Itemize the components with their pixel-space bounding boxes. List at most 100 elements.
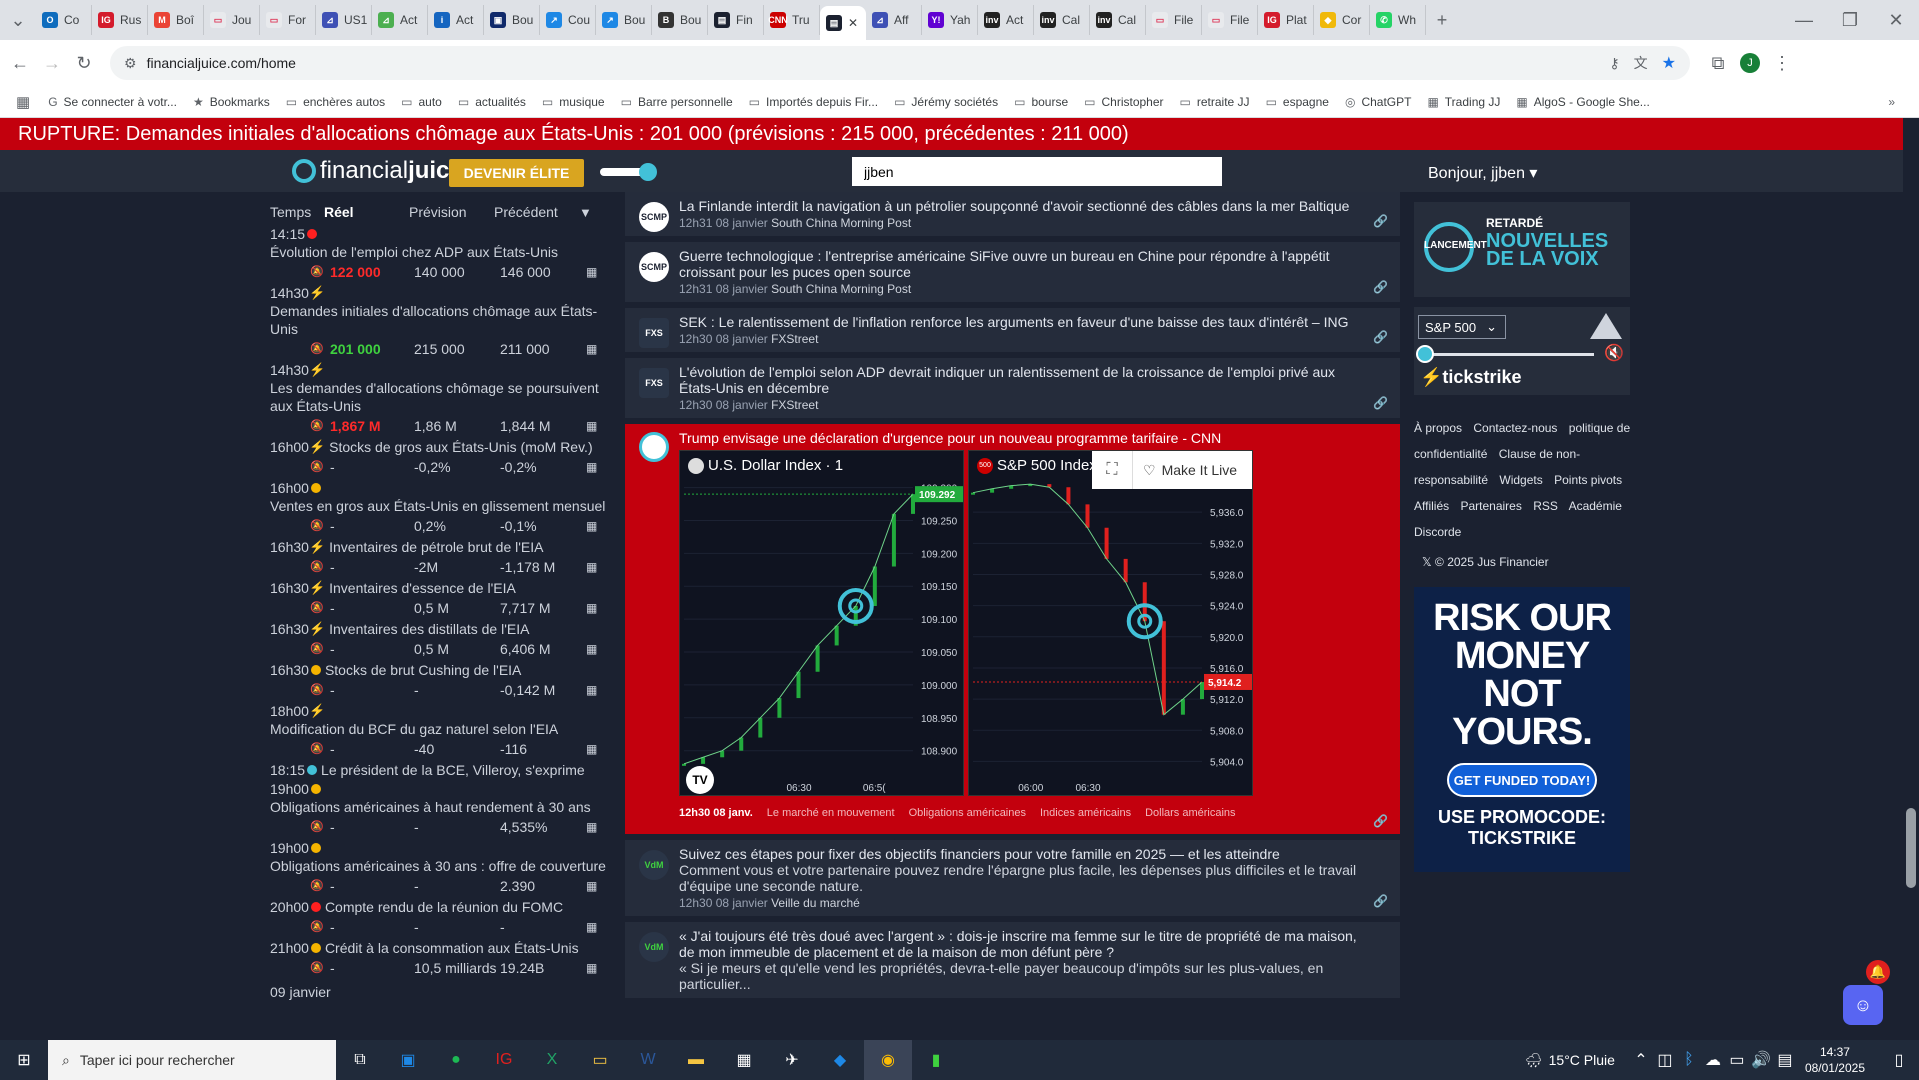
calendar-event[interactable]: 18h00 ⚡ Modification du BCF du gaz naturel… <box>270 701 610 760</box>
calendar-event[interactable]: 14h30 ⚡ Les demandes d'allocations chômage… <box>270 360 610 437</box>
news-tag[interactable]: Dollars américains <box>1145 807 1235 819</box>
browser-tab[interactable]: ↗ Bou <box>596 5 652 35</box>
footer-link[interactable]: À propos <box>1414 421 1462 435</box>
tray-chevron-icon[interactable]: ⌃ <box>1629 1040 1653 1080</box>
bookmark-item[interactable]: G Se connecter à votr... <box>48 95 177 109</box>
bookmark-item[interactable]: ▭ musique <box>542 95 605 109</box>
clock[interactable]: 14:37 08/01/2025 <box>1805 1044 1865 1076</box>
tickstrike-ad[interactable]: RISK OUR MONEY NOT YOURS. GET FUNDED TODAY!… <box>1414 587 1630 872</box>
calendar-event[interactable]: 16h30 ⚡ Inventaires d'essence de l'EIA 🔕 - 0,… <box>270 578 610 619</box>
browser-tab[interactable]: ⊿ US1 <box>316 5 372 35</box>
browser-tab[interactable]: ⊿ Aff <box>866 5 922 35</box>
bell-off-icon[interactable]: 🔕 <box>310 458 330 476</box>
footer-link[interactable]: Partenaires <box>1460 499 1521 513</box>
ad-get-funded-button[interactable]: GET FUNDED TODAY! <box>1447 763 1597 797</box>
chart-app-icon[interactable]: ▮ <box>912 1040 960 1080</box>
chart-icon[interactable]: ▦ <box>586 517 597 535</box>
network-icon[interactable]: ▭ <box>1725 1040 1749 1080</box>
chart-icon[interactable]: ▦ <box>586 681 597 699</box>
bookmark-item[interactable]: ▭ espagne <box>1266 95 1329 109</box>
voice-news-panel[interactable]: RETARDÉ LANCEMENT NOUVELLES DE LA VOIX <box>1414 202 1630 297</box>
fullscreen-icon[interactable]: ⛶ <box>1092 461 1132 479</box>
ig-app-icon[interactable]: IG <box>480 1040 528 1080</box>
footer-link[interactable]: RSS <box>1533 499 1558 513</box>
password-key-icon[interactable]: ⚷ <box>1609 55 1619 72</box>
x-logo-icon[interactable]: 𝕏 <box>1422 555 1432 569</box>
filter-icon[interactable]: ▼ <box>579 205 592 220</box>
minimize-button[interactable]: — <box>1781 4 1827 36</box>
share-link-icon[interactable]: 🔗 <box>1373 280 1388 294</box>
windows-start-icon[interactable]: ⊞ <box>0 1040 48 1080</box>
bookmark-item[interactable]: ▭ Jérémy sociétés <box>894 95 998 109</box>
calendar-event[interactable]: 21h00 Crédit à la consommation aux États-… <box>270 938 610 979</box>
calendar-event[interactable]: 16h00 Ventes en gros aux États-Unis en gl… <box>270 478 610 537</box>
chart-icon[interactable]: ▦ <box>586 740 597 758</box>
browser-tab[interactable]: O Co <box>36 5 92 35</box>
calendar-event[interactable]: 16h00 ⚡ Stocks de gros aux États-Unis (moM… <box>270 437 610 478</box>
bell-off-icon[interactable]: 🔕 <box>310 558 330 576</box>
browser-tab[interactable]: Y! Yah <box>922 5 978 35</box>
make-it-live-button[interactable]: ♡ Make It Live <box>1132 451 1237 489</box>
address-bar[interactable]: ⚙ financialjuice.com/home ⚷ 文 ★ <box>110 46 1690 80</box>
word-icon[interactable]: W <box>624 1040 672 1080</box>
excel-icon[interactable]: X <box>528 1040 576 1080</box>
folder-icon[interactable]: ▬ <box>672 1040 720 1080</box>
profile-avatar[interactable]: J <box>1734 47 1766 79</box>
financialjuice-logo[interactable]: financial juice <box>292 157 463 185</box>
spotify-icon[interactable]: ● <box>432 1040 480 1080</box>
chart-icon[interactable]: ▦ <box>586 263 597 281</box>
footer-link[interactable]: Affiliés <box>1414 499 1449 513</box>
news-tag[interactable]: Le marché en mouvement <box>767 807 895 819</box>
site-info-icon[interactable]: ⚙ <box>124 55 137 72</box>
tickstrike-logo[interactable]: ⚡tickstrike <box>1420 367 1521 388</box>
volume-slider-thumb[interactable] <box>1416 345 1434 363</box>
browser-tab[interactable]: M Boî <box>148 5 204 35</box>
calendar-event[interactable]: 16h30 ⚡ Inventaires des distillats de l'EI… <box>270 619 610 660</box>
scrollbar-thumb[interactable] <box>1906 808 1916 888</box>
bookmark-item[interactable]: ▭ Importés depuis Fir... <box>749 95 878 109</box>
news-item[interactable]: VdM « J'ai toujours été très doué avec l'… <box>625 922 1400 998</box>
search-input[interactable] <box>852 157 1222 186</box>
browser-tab[interactable]: IG Plat <box>1258 5 1314 35</box>
index-select[interactable]: S&P 500 ⌄ <box>1418 315 1506 339</box>
calendar-event[interactable]: 14h30 ⚡ Demandes initiales d'allocations c… <box>270 283 610 360</box>
browser-tab[interactable]: inv Act <box>978 5 1034 35</box>
browser-tab[interactable]: B Bou <box>652 5 708 35</box>
bookmark-item[interactable]: ▭ Christopher <box>1084 95 1163 109</box>
tray-icon-camera[interactable]: ◫ <box>1653 1040 1677 1080</box>
app-icon-wing[interactable]: ✈ <box>768 1040 816 1080</box>
bookmark-item[interactable]: ▦ AlgoS - Google She... <box>1516 95 1649 109</box>
browser-tab[interactable]: ✆ Wh <box>1370 5 1426 35</box>
bell-off-icon[interactable]: 🔕 <box>310 640 330 658</box>
browser-menu-icon[interactable]: ⋮ <box>1766 47 1798 79</box>
highlight-news-item[interactable]: Trump envisage une déclaration d'urgence… <box>625 424 1400 834</box>
bell-off-icon[interactable]: 🔕 <box>310 599 330 617</box>
theme-toggle[interactable] <box>600 162 660 182</box>
volume-track[interactable] <box>1422 353 1594 356</box>
translate-icon[interactable]: 文 <box>1634 53 1648 73</box>
meet-icon[interactable]: ▤ <box>1773 1040 1797 1080</box>
share-link-icon[interactable]: 🔗 <box>1373 396 1388 410</box>
browser-tab[interactable]: i Act <box>428 5 484 35</box>
bell-off-icon[interactable]: 🔕 <box>310 918 330 936</box>
tab-close-icon[interactable]: ✕ <box>848 16 858 30</box>
calendar-event[interactable]: 19h00 Obligations américaines à 30 ans : … <box>270 838 610 897</box>
browser-tab[interactable]: ▣ Bou <box>484 5 540 35</box>
usd-index-chart[interactable]: 109.300109.250109.200109.150109.100109.0… <box>679 450 964 796</box>
forward-button[interactable]: → <box>36 47 68 79</box>
become-elite-button[interactable]: DEVENIR ÉLITE <box>449 159 584 187</box>
apps-grid-icon[interactable]: ▦ <box>16 93 30 111</box>
bookmark-item[interactable]: ★ Bookmarks <box>193 95 270 109</box>
browser-tab[interactable]: inv Cal <box>1090 5 1146 35</box>
browser-tab[interactable]: ▭ File <box>1146 5 1202 35</box>
browser-tab[interactable]: ▤ Fin <box>708 5 764 35</box>
chart-icon[interactable]: ▦ <box>586 599 597 617</box>
share-link-icon[interactable]: 🔗 <box>1373 330 1388 344</box>
page-scrollbar[interactable] <box>1903 118 1919 1040</box>
news-item[interactable]: SCMP La Finlande interdit la navigation à… <box>625 192 1400 236</box>
more-bookmarks-icon[interactable]: » <box>1888 95 1895 109</box>
highlight-link-icon[interactable]: 🔗 <box>1373 814 1388 828</box>
new-tab-button[interactable]: + <box>1426 4 1458 36</box>
bookmark-item[interactable]: ▦ Trading JJ <box>1427 95 1500 109</box>
news-item[interactable]: SCMP Guerre technologique : l'entreprise … <box>625 242 1400 302</box>
